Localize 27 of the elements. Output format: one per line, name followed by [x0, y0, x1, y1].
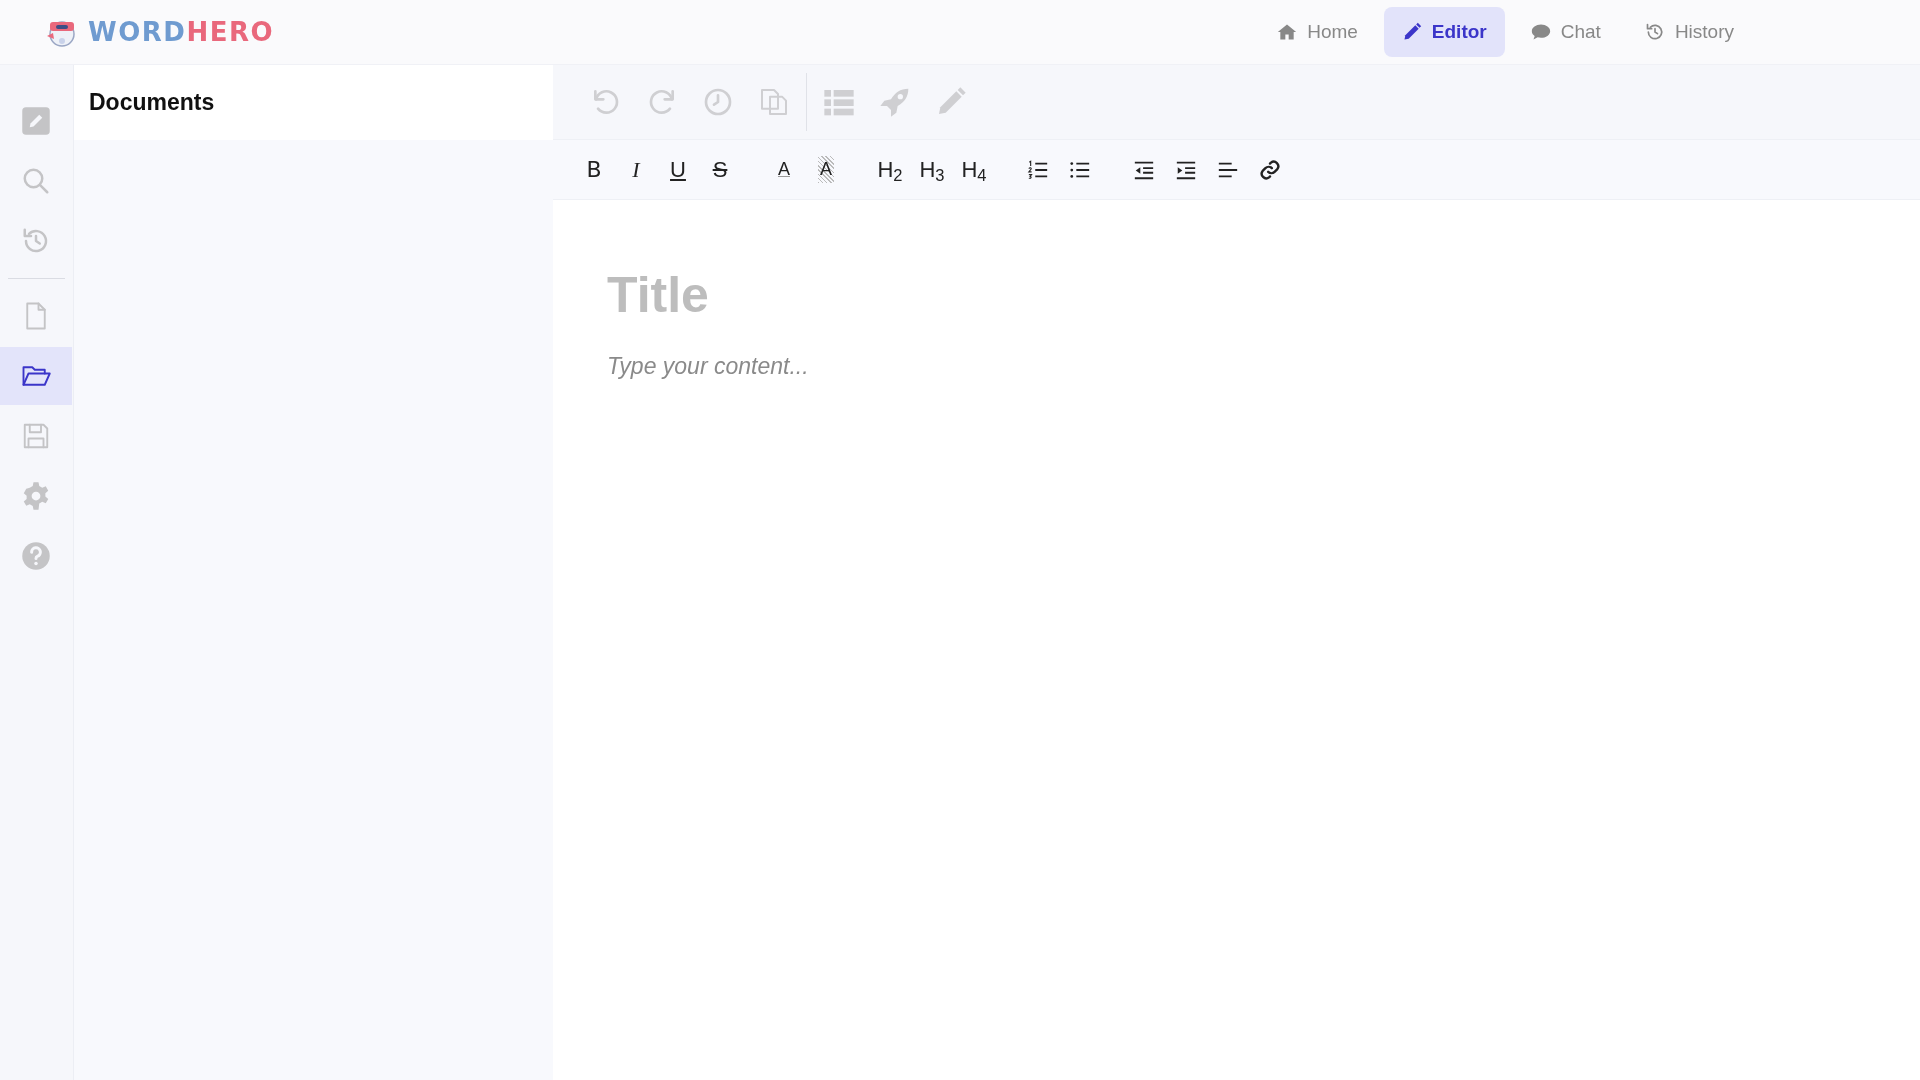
- settings-icon: [21, 481, 51, 511]
- format-button[interactable]: H$_{2}$: [869, 149, 911, 190]
- format-button[interactable]: A: [805, 149, 847, 190]
- save-icon: [21, 421, 51, 451]
- format-button[interactable]: H$_{4}$: [953, 149, 995, 190]
- edit-icon: [21, 106, 51, 136]
- pencil-icon: [1401, 22, 1422, 42]
- format-button[interactable]: B: [573, 149, 615, 190]
- copy-icon: [758, 86, 790, 118]
- home-icon: [1277, 22, 1298, 42]
- rocket-icon: [879, 86, 911, 118]
- clock-icon: [702, 86, 734, 118]
- rail-button[interactable]: [0, 347, 72, 405]
- search-icon: [21, 166, 51, 196]
- panel-title: Documents: [89, 88, 215, 117]
- nav-tab[interactable]: Editor: [1383, 6, 1505, 58]
- help-icon: [21, 541, 51, 571]
- numbered-list-icon: [1027, 158, 1049, 181]
- chat-icon: [1530, 22, 1551, 42]
- format-button[interactable]: H$_{3}$: [911, 149, 953, 190]
- format-button[interactable]: A: [763, 149, 805, 190]
- history-icon: [1644, 22, 1665, 42]
- format-button[interactable]: U: [657, 149, 699, 190]
- link-icon: [1259, 158, 1281, 181]
- brand-logo-text: WORDHERO: [88, 15, 275, 49]
- format-button[interactable]: I: [615, 149, 657, 190]
- format-button[interactable]: S: [699, 149, 741, 190]
